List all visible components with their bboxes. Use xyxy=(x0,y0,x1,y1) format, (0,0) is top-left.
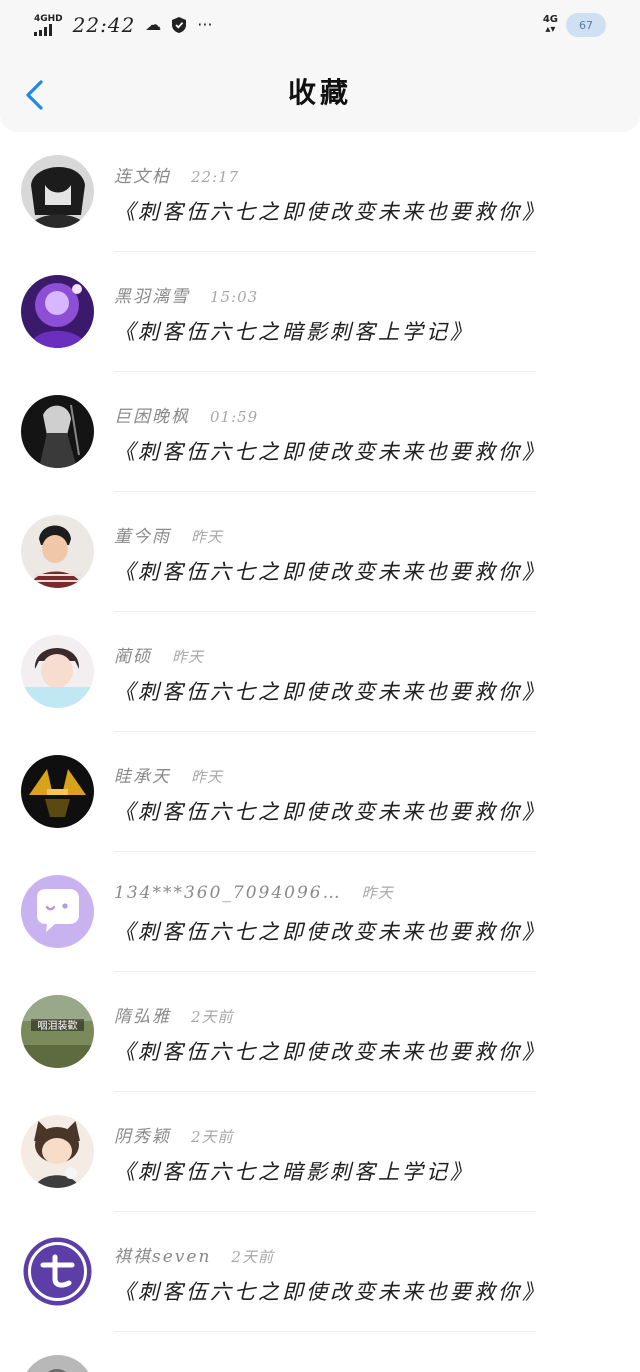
signal-bars-icon xyxy=(34,23,52,36)
item-meta: 连文柏 22:17 xyxy=(114,162,239,187)
page-header: 收藏 xyxy=(0,50,640,132)
default-chat-avatar[interactable] xyxy=(21,875,94,948)
favorite-title[interactable]: 《刺客伍六七之即使改变未来也要救你》 xyxy=(114,1036,546,1066)
user-name[interactable]: 蔺硕 xyxy=(114,642,152,667)
user-name[interactable]: 134***360_7094096… xyxy=(114,883,342,903)
shield-icon xyxy=(172,17,187,33)
item-meta: 眭承天 昨天 xyxy=(114,762,223,787)
list-item[interactable]: 董今雨 昨天 《刺客伍六七之即使改变未来也要救你》 xyxy=(0,492,640,612)
favorite-title[interactable]: 《刺客伍六七之暗影刺客上学记》 xyxy=(114,316,474,346)
user-name[interactable]: 巨困晚枫 xyxy=(114,402,190,427)
item-time: 昨天 xyxy=(172,648,205,666)
item-time: 2天前 xyxy=(191,1008,234,1026)
item-meta: 阴秀颖 2天前 xyxy=(114,1122,234,1147)
user-name[interactable]: 连文柏 xyxy=(114,162,171,187)
purple-anime-avatar[interactable] xyxy=(21,275,94,348)
avatar-caption: 咽泪装歡 xyxy=(38,1019,78,1032)
user-name[interactable]: 祺祺seven xyxy=(114,1242,211,1267)
list-item-partial[interactable] xyxy=(0,1332,640,1372)
battery-level: 67 xyxy=(579,18,593,32)
dark-figure-avatar[interactable] xyxy=(21,395,94,468)
partial-avatar[interactable] xyxy=(21,1355,94,1372)
user-name[interactable]: 阴秀颖 xyxy=(114,1122,171,1147)
item-meta: 黑羽漓雪 15:03 xyxy=(114,282,258,307)
item-time: 01:59 xyxy=(210,408,259,426)
item-time: 15:03 xyxy=(210,288,259,306)
mobile-data-indicator: 4G ▴▾ xyxy=(543,15,558,35)
item-meta: 祺祺seven 2天前 xyxy=(114,1242,274,1267)
chibi-cat-boy-avatar[interactable] xyxy=(21,1115,94,1188)
favorite-title[interactable]: 《刺客伍六七之即使改变未来也要救你》 xyxy=(114,676,546,706)
list-item[interactable]: 蔺硕 昨天 《刺客伍六七之即使改变未来也要救你》 xyxy=(0,612,640,732)
cloud-icon: ☁ xyxy=(145,15,162,34)
status-bar: 4GHD 22:42 ☁ ··· 4G ▴▾ 67 xyxy=(0,0,640,50)
purple-logo-avatar[interactable] xyxy=(21,1235,94,1308)
status-left: 4GHD 22:42 ☁ ··· xyxy=(34,13,213,37)
outdoor-photo-avatar[interactable]: 咽泪装歡 xyxy=(21,995,94,1068)
list-item[interactable]: 巨困晚枫 01:59 《刺客伍六七之即使改变未来也要救你》 xyxy=(0,372,640,492)
item-meta: 134***360_7094096… 昨天 xyxy=(114,882,394,903)
boy-photo-avatar[interactable] xyxy=(21,515,94,588)
user-name[interactable]: 隋弘雅 xyxy=(114,1002,171,1027)
item-time: 昨天 xyxy=(191,528,224,546)
gold-helmet-avatar[interactable] xyxy=(21,755,94,828)
signal-indicator: 4GHD xyxy=(34,13,63,36)
item-time: 2天前 xyxy=(231,1248,274,1266)
list-item[interactable]: 咽泪装歡 隋弘雅 2天前 《刺客伍六七之即使改变未来也要救你》 xyxy=(0,972,640,1092)
favorites-list: 连文柏 22:17 《刺客伍六七之即使改变未来也要救你》 黑羽漓雪 15:03 … xyxy=(0,132,640,1372)
item-meta: 隋弘雅 2天前 xyxy=(114,1002,234,1027)
favorite-title[interactable]: 《刺客伍六七之即使改变未来也要救你》 xyxy=(114,796,546,826)
user-name[interactable]: 黑羽漓雪 xyxy=(114,282,190,307)
list-item[interactable]: 连文柏 22:17 《刺客伍六七之即使改变未来也要救你》 xyxy=(0,132,640,252)
clock: 22:42 xyxy=(72,13,136,37)
favorite-title[interactable]: 《刺客伍六七之即使改变未来也要救你》 xyxy=(114,196,546,226)
item-meta: 巨困晚枫 01:59 xyxy=(114,402,258,427)
item-time: 昨天 xyxy=(191,768,224,786)
favorite-title[interactable]: 《刺客伍六七之暗影刺客上学记》 xyxy=(114,1156,474,1186)
user-name[interactable]: 眭承天 xyxy=(114,762,171,787)
page-title: 收藏 xyxy=(287,76,352,109)
list-item[interactable]: 眭承天 昨天 《刺客伍六七之即使改变未来也要救你》 xyxy=(0,732,640,852)
chevron-left-icon xyxy=(26,80,43,110)
list-item[interactable]: 祺祺seven 2天前 《刺客伍六七之即使改变未来也要救你》 xyxy=(0,1212,640,1332)
user-name[interactable]: 董今雨 xyxy=(114,522,171,547)
favorite-title[interactable]: 《刺客伍六七之即使改变未来也要救你》 xyxy=(114,556,546,586)
favorite-title[interactable]: 《刺客伍六七之即使改变未来也要救你》 xyxy=(114,1276,546,1306)
item-time: 2天前 xyxy=(191,1128,234,1146)
list-item[interactable]: 134***360_7094096… 昨天 《刺客伍六七之即使改变未来也要救你》 xyxy=(0,852,640,972)
item-meta: 蔺硕 昨天 xyxy=(114,642,204,667)
back-button[interactable] xyxy=(22,80,48,110)
item-meta: 董今雨 昨天 xyxy=(114,522,223,547)
network-type-label: 4GHD xyxy=(34,13,63,24)
more-notifications-icon: ··· xyxy=(197,15,213,34)
favorite-title[interactable]: 《刺客伍六七之即使改变未来也要救你》 xyxy=(114,436,546,466)
favorite-title[interactable]: 《刺客伍六七之即使改变未来也要救你》 xyxy=(114,916,546,946)
list-item[interactable]: 黑羽漓雪 15:03 《刺客伍六七之暗影刺客上学记》 xyxy=(0,252,640,372)
battery-icon: 67 xyxy=(566,13,606,37)
item-time: 昨天 xyxy=(361,884,394,902)
dark-anime-avatar[interactable] xyxy=(21,155,94,228)
anime-boy-avatar[interactable] xyxy=(21,635,94,708)
data-arrows-icon: ▴▾ xyxy=(545,24,556,35)
list-item[interactable]: 阴秀颖 2天前 《刺客伍六七之暗影刺客上学记》 xyxy=(0,1092,640,1212)
status-right: 4G ▴▾ 67 xyxy=(543,13,606,37)
item-time: 22:17 xyxy=(191,168,240,186)
